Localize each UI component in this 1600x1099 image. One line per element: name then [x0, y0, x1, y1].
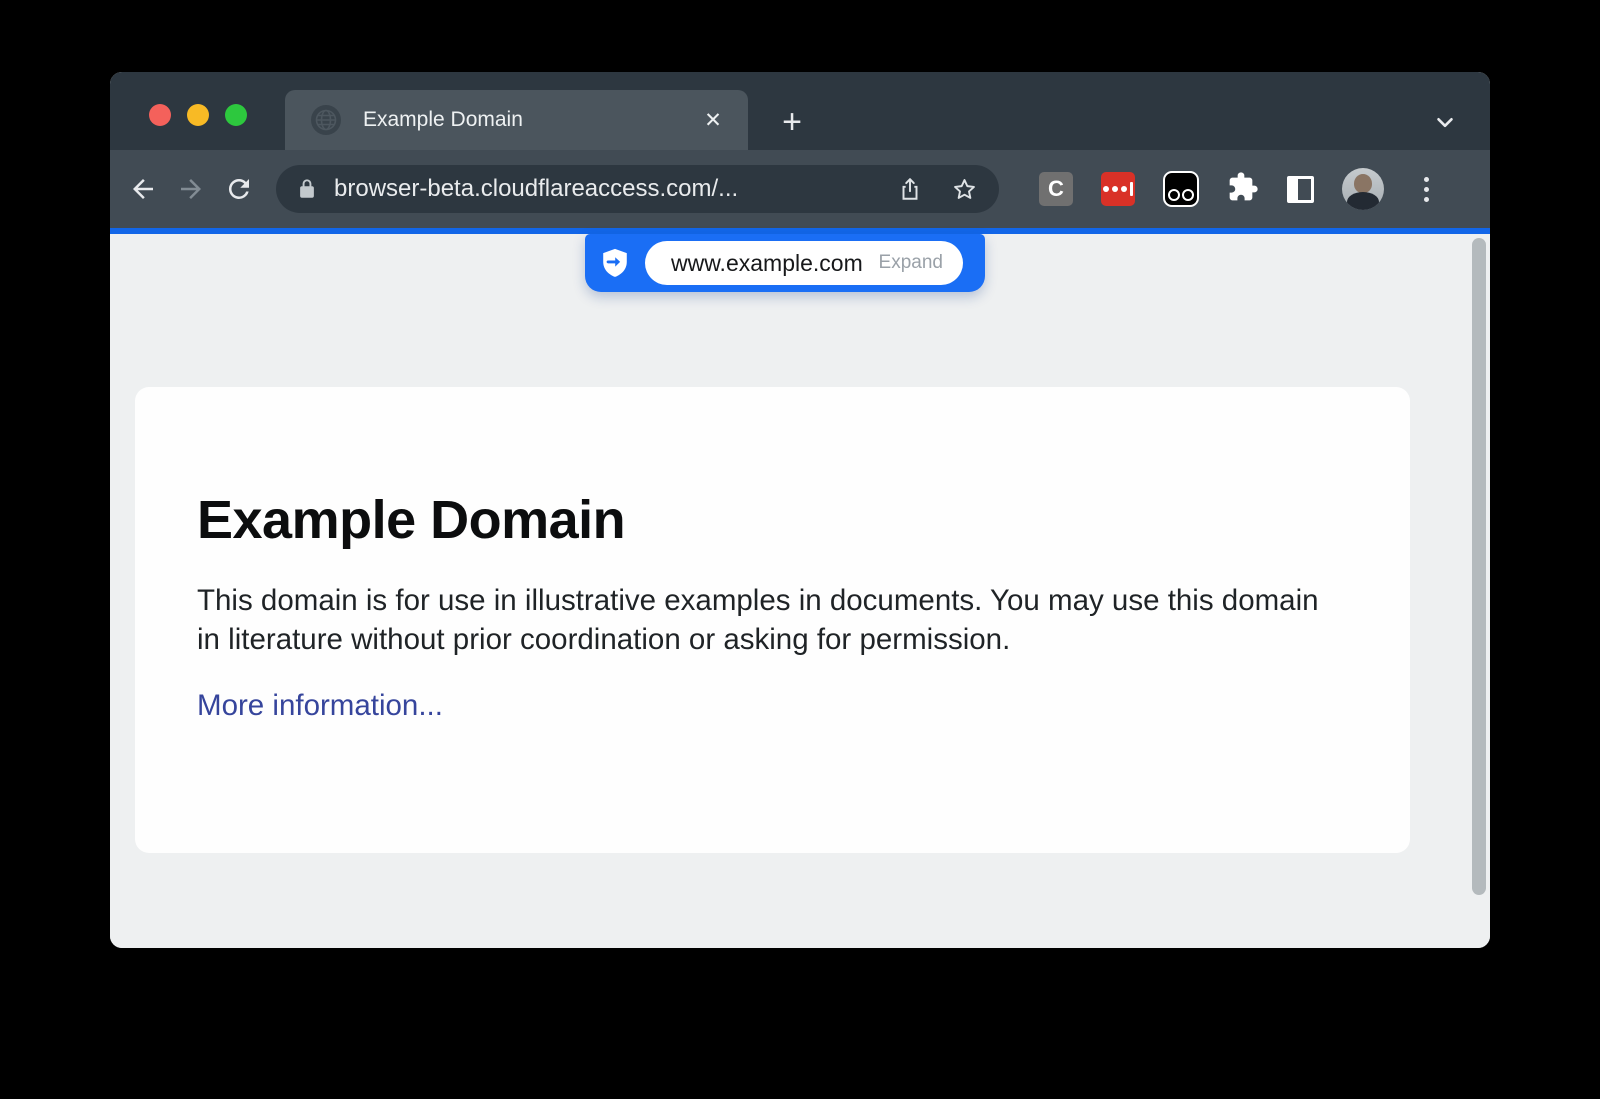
new-tab-button[interactable]: + [773, 103, 811, 141]
tab-bar: Example Domain ✕ + [110, 72, 1490, 150]
page-card: Example Domain This domain is for use in… [135, 387, 1410, 853]
lastpass-extension-icon[interactable] [1101, 172, 1135, 206]
url-text: browser-beta.cloudflareaccess.com/... [334, 175, 871, 203]
close-window-button[interactable] [149, 104, 171, 126]
share-icon[interactable] [895, 174, 925, 204]
tab-title: Example Domain [363, 108, 698, 132]
minimize-window-button[interactable] [187, 104, 209, 126]
c-extension-icon[interactable]: C [1039, 172, 1073, 206]
isolation-banner: www.example.com Expand [585, 234, 985, 292]
expand-button[interactable]: Expand [879, 252, 943, 274]
extensions-puzzle-icon[interactable] [1227, 171, 1259, 208]
isolated-domain-pill[interactable]: www.example.com Expand [645, 241, 963, 285]
vertical-scrollbar[interactable] [1472, 238, 1486, 895]
back-button[interactable] [122, 168, 164, 210]
extensions-row: C [1039, 168, 1384, 210]
profile-avatar[interactable] [1342, 168, 1384, 210]
browser-window: Example Domain ✕ + browser-beta.cloudfla… [110, 72, 1490, 948]
window-controls [149, 104, 247, 126]
bookmark-star-icon[interactable] [949, 174, 979, 204]
toolbar: browser-beta.cloudflareaccess.com/... C [110, 150, 1490, 228]
zoom-window-button[interactable] [225, 104, 247, 126]
lock-icon[interactable] [296, 178, 318, 200]
camera-lenses-extension-icon[interactable] [1163, 171, 1199, 207]
more-information-link[interactable]: More information... [197, 689, 443, 723]
content-area: www.example.com Expand Example Domain Th… [110, 234, 1490, 948]
forward-button[interactable] [170, 168, 212, 210]
page-paragraph: This domain is for use in illustrative e… [197, 581, 1347, 659]
side-panel-icon[interactable] [1287, 176, 1314, 203]
tab-example-domain[interactable]: Example Domain ✕ [285, 90, 748, 150]
page-title: Example Domain [197, 489, 1410, 551]
globe-favicon-icon [311, 105, 341, 135]
shield-arrow-icon [602, 248, 628, 278]
url-bar[interactable]: browser-beta.cloudflareaccess.com/... [276, 165, 999, 213]
tab-close-icon[interactable]: ✕ [698, 105, 728, 135]
tab-search-chevron-icon[interactable] [1427, 104, 1463, 140]
browser-menu-icon[interactable] [1408, 171, 1444, 207]
isolated-domain-label: www.example.com [671, 250, 879, 277]
reload-button[interactable] [218, 168, 260, 210]
